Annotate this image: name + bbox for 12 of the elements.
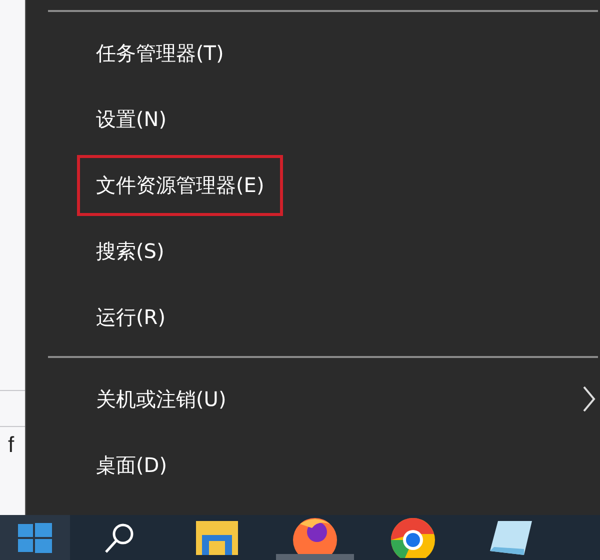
menu-item[interactable]: 桌面(D)	[77, 434, 186, 496]
background-window-text: f	[8, 432, 14, 458]
menu-item[interactable]: 搜索(S)	[77, 220, 184, 282]
windows-logo-icon	[18, 522, 52, 552]
menu-item[interactable]: 运行(R)	[77, 286, 185, 348]
notepad-icon	[490, 520, 532, 554]
menu-item[interactable]: 文件资源管理器(E)	[77, 154, 284, 216]
folder-icon	[196, 520, 238, 554]
menu-item[interactable]: 设置(N)	[77, 88, 186, 150]
menu-item[interactable]: 关机或注销(U)	[77, 368, 246, 430]
chrome-icon	[390, 518, 436, 558]
menu-item[interactable]: 任务管理器(T)	[77, 22, 243, 84]
